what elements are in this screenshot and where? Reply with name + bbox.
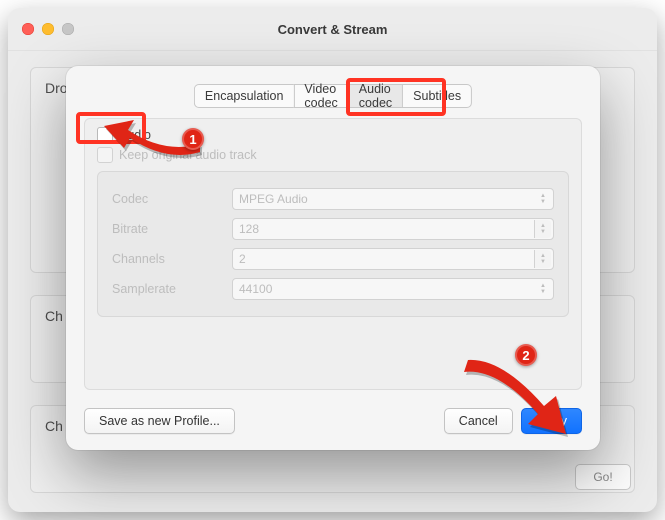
audio-panel: Audio Keep original audio track Codec MP… (84, 118, 582, 390)
stepper-arrows-icon: ▲▼ (534, 250, 551, 268)
codec-row: Codec MPEG Audio ▲▼ (112, 184, 554, 214)
codec-label: Codec (112, 192, 232, 206)
tab-label: Audio codec (359, 82, 392, 110)
channels-value: 2 (239, 252, 246, 266)
audio-checkbox-label: Audio (119, 128, 151, 142)
keep-original-checkbox (97, 147, 113, 163)
tab-encapsulation[interactable]: Encapsulation (194, 84, 294, 108)
bitrate-row: Bitrate 128 ▲▼ (112, 214, 554, 244)
codec-tabs: Encapsulation Video codec Audio codec Su… (194, 84, 472, 108)
dropdown-arrows-icon: ▲▼ (535, 190, 551, 208)
bitrate-stepper: 128 ▲▼ (232, 218, 554, 240)
samplerate-value: 44100 (239, 282, 272, 296)
bitrate-value: 128 (239, 222, 259, 236)
codec-select: MPEG Audio ▲▼ (232, 188, 554, 210)
sheet-footer: Save as new Profile... Cancel Apply (84, 408, 582, 434)
button-label: Apply (536, 414, 567, 428)
codec-value: MPEG Audio (239, 192, 308, 206)
audio-settings-panel: Codec MPEG Audio ▲▼ Bitrate 128 ▲▼ (97, 171, 569, 317)
samplerate-select: 44100 ▲▼ (232, 278, 554, 300)
channels-row: Channels 2 ▲▼ (112, 244, 554, 274)
samplerate-label: Samplerate (112, 282, 232, 296)
tab-subtitles[interactable]: Subtitles (402, 84, 472, 108)
stepper-arrows-icon: ▲▼ (534, 220, 551, 238)
keep-original-label: Keep original audio track (119, 148, 257, 162)
go-button[interactable]: Go! (575, 464, 631, 490)
go-button-label: Go! (593, 470, 612, 484)
profile-group-label: Ch (45, 308, 63, 324)
destination-group-label: Ch (45, 418, 63, 434)
tab-label: Subtitles (413, 89, 461, 103)
channels-label: Channels (112, 252, 232, 266)
cancel-button[interactable]: Cancel (444, 408, 513, 434)
save-profile-button[interactable]: Save as new Profile... (84, 408, 235, 434)
button-label: Save as new Profile... (99, 414, 220, 428)
window-title: Convert & Stream (8, 22, 657, 37)
tab-label: Encapsulation (205, 89, 284, 103)
tab-video-codec[interactable]: Video codec (293, 84, 347, 108)
tab-audio-codec[interactable]: Audio codec (348, 84, 402, 108)
button-label: Cancel (459, 414, 498, 428)
audio-enable-row[interactable]: Audio (97, 127, 569, 143)
titlebar: Convert & Stream (8, 8, 657, 51)
samplerate-row: Samplerate 44100 ▲▼ (112, 274, 554, 304)
audio-checkbox[interactable] (97, 127, 113, 143)
bitrate-label: Bitrate (112, 222, 232, 236)
profile-edit-sheet: Encapsulation Video codec Audio codec Su… (66, 66, 600, 450)
apply-button[interactable]: Apply (521, 408, 582, 434)
dropdown-arrows-icon: ▲▼ (535, 280, 551, 298)
channels-stepper: 2 ▲▼ (232, 248, 554, 270)
tab-label: Video codec (304, 82, 337, 110)
keep-original-row: Keep original audio track (97, 147, 569, 163)
